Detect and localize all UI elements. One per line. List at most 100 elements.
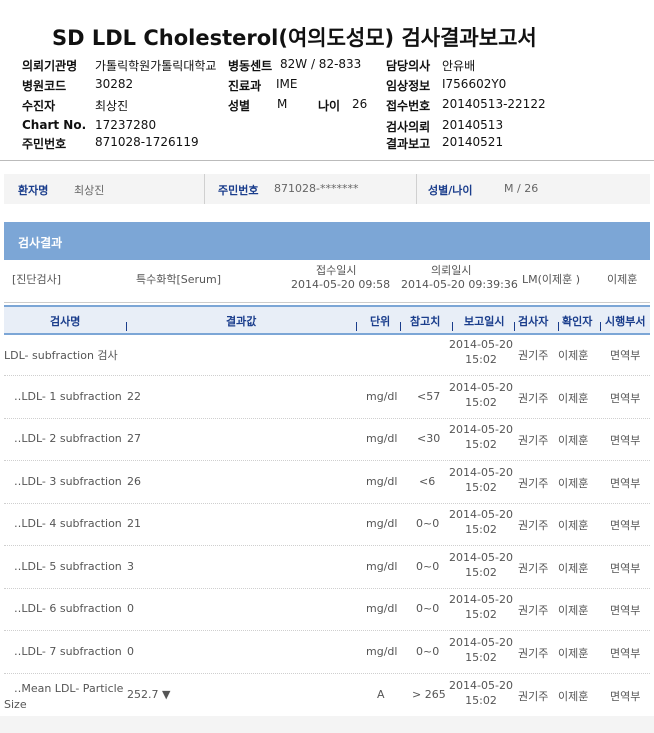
doctor-label: 담당의사 xyxy=(386,59,431,73)
age-value: 26 xyxy=(352,97,368,111)
tester: 권기주 xyxy=(518,477,549,490)
column-divider xyxy=(126,322,127,331)
report-date: 2014-05-20 15:02 xyxy=(449,636,513,664)
reference: <57 xyxy=(417,390,441,403)
reference: 0~0 xyxy=(416,645,440,658)
patient-id-value: 871028-******* xyxy=(274,182,359,195)
column-divider xyxy=(600,322,601,331)
column-divider xyxy=(452,322,453,331)
test-name: ‥Mean LDL- Particle xyxy=(14,682,124,695)
requested-label: 의뢰일시 xyxy=(431,264,472,277)
table-row: ‥LDL- 7 subfraction 0 mg/dl 0~0 2014-05-… xyxy=(4,631,650,674)
dept: 면역부 xyxy=(610,477,641,490)
table-row: ‥LDL- 3 subfraction 26 mg/dl <6 2014-05-… xyxy=(4,461,650,504)
report-date: 2014-05-20 15:02 xyxy=(449,679,513,707)
col-report-date: 보고일시 xyxy=(464,315,505,328)
unit: mg/dl xyxy=(366,432,398,445)
tester: 권기주 xyxy=(518,349,549,362)
report-title: SD LDL Cholesterol(여의도성모) 검사결과보고서 xyxy=(52,26,537,50)
tester: 권기주 xyxy=(518,434,549,447)
test-name: ‥LDL- 4 subfraction xyxy=(14,517,122,530)
dept: 면역부 xyxy=(610,349,641,362)
reference: 0~0 xyxy=(416,517,440,530)
column-divider xyxy=(514,322,515,331)
divider xyxy=(0,160,654,161)
request-label: 검사의뢰 xyxy=(386,120,431,134)
results-section-header: 검사결과 xyxy=(4,222,650,260)
test-name: ‥LDL- 6 subfraction xyxy=(14,602,122,615)
request-value: 20140513 xyxy=(442,118,504,132)
col-test-name: 검사명 xyxy=(50,315,81,328)
table-row: ‥Mean LDL- Particle Size 252.7 ▼ A > 265… xyxy=(4,674,650,716)
unit: mg/dl xyxy=(366,645,398,658)
hospital-code-label: 병원코드 xyxy=(22,79,67,93)
dept: 면역부 xyxy=(610,690,641,703)
unit: mg/dl xyxy=(366,560,398,573)
age-label: 나이 xyxy=(318,99,341,113)
sex-label: 성별 xyxy=(228,99,251,113)
department-label: 진료과 xyxy=(228,79,262,93)
test-name: ‥LDL- 3 subfraction xyxy=(14,475,122,488)
result-value: 0 xyxy=(127,602,134,615)
dept: 면역부 xyxy=(610,647,641,660)
results-section-title: 검사결과 xyxy=(18,236,63,250)
patient-value: 최상진 xyxy=(95,99,129,113)
test-name: ‥LDL- 7 subfraction xyxy=(14,645,122,658)
resident-value: 871028-1726119 xyxy=(95,135,199,149)
unit: mg/dl xyxy=(366,602,398,615)
column-divider xyxy=(400,322,401,331)
patient-sexage-value: M / 26 xyxy=(504,182,539,195)
table-row: ‥LDL- 5 subfraction 3 mg/dl 0~0 2014-05-… xyxy=(4,546,650,589)
result-value: 3 xyxy=(127,560,134,573)
tester: 권기주 xyxy=(518,690,549,703)
reference: 0~0 xyxy=(416,560,440,573)
diag-label: [진단검사] xyxy=(12,273,62,286)
report-date: 2014-05-20 15:02 xyxy=(449,593,513,621)
requested-value: 2014-05-20 09:39:36 xyxy=(401,278,518,291)
report-date: 2014-05-20 15:02 xyxy=(449,466,513,494)
sex-value: M xyxy=(277,97,288,111)
received-label: 접수일시 xyxy=(316,264,357,277)
reference: 0~0 xyxy=(416,602,440,615)
verifier: 이제훈 xyxy=(558,349,589,362)
dept: 면역부 xyxy=(610,604,641,617)
verifier: 이제훈 xyxy=(558,434,589,447)
department-value: IME xyxy=(276,77,298,91)
reception-label: 접수번호 xyxy=(386,99,431,113)
institution-label: 의뢰기관명 xyxy=(22,59,78,73)
tester: 권기주 xyxy=(518,647,549,660)
result-value: 21 xyxy=(127,517,141,530)
result-value: 252.7 ▼ xyxy=(127,688,171,701)
tester: 권기주 xyxy=(518,392,549,405)
verifier: 이제훈 xyxy=(558,519,589,532)
column-divider xyxy=(356,322,357,331)
chart-value: 17237280 xyxy=(95,118,157,132)
col-reference: 참고치 xyxy=(410,315,441,328)
clinical-label: 임상정보 xyxy=(386,79,431,93)
patient-id-label: 주민번호 xyxy=(218,184,259,197)
tester: 권기주 xyxy=(518,562,549,575)
ward-value: 82W / 82-833 xyxy=(280,57,362,71)
result-value: 0 xyxy=(127,645,134,658)
verifier: 이제훈 xyxy=(558,690,589,703)
test-name: LDL- subfraction 검사 xyxy=(4,349,118,362)
chart-label: Chart No. xyxy=(22,118,87,132)
received-value: 2014-05-20 09:58 xyxy=(291,278,391,291)
test-name: ‥LDL- 1 subfraction xyxy=(14,390,122,403)
report-label: 결과보고 xyxy=(386,137,431,151)
patient-name-label: 환자명 xyxy=(18,184,49,197)
verifier: 이제훈 xyxy=(558,392,589,405)
category-value: 특수화학[Serum] xyxy=(136,273,222,286)
column-divider xyxy=(558,322,559,331)
patient-sexage-label: 성별/나이 xyxy=(428,184,473,197)
doctor-value: 안유배 xyxy=(442,59,476,73)
unit: mg/dl xyxy=(366,517,398,530)
col-result: 결과값 xyxy=(226,315,257,328)
unit: mg/dl xyxy=(366,475,398,488)
resident-label: 주민번호 xyxy=(22,137,67,151)
report-value: 20140521 xyxy=(442,135,504,149)
report-date: 2014-05-20 15:02 xyxy=(449,381,513,409)
divider xyxy=(416,174,417,204)
divider xyxy=(204,174,205,204)
verifier: 이제훈 xyxy=(558,477,589,490)
